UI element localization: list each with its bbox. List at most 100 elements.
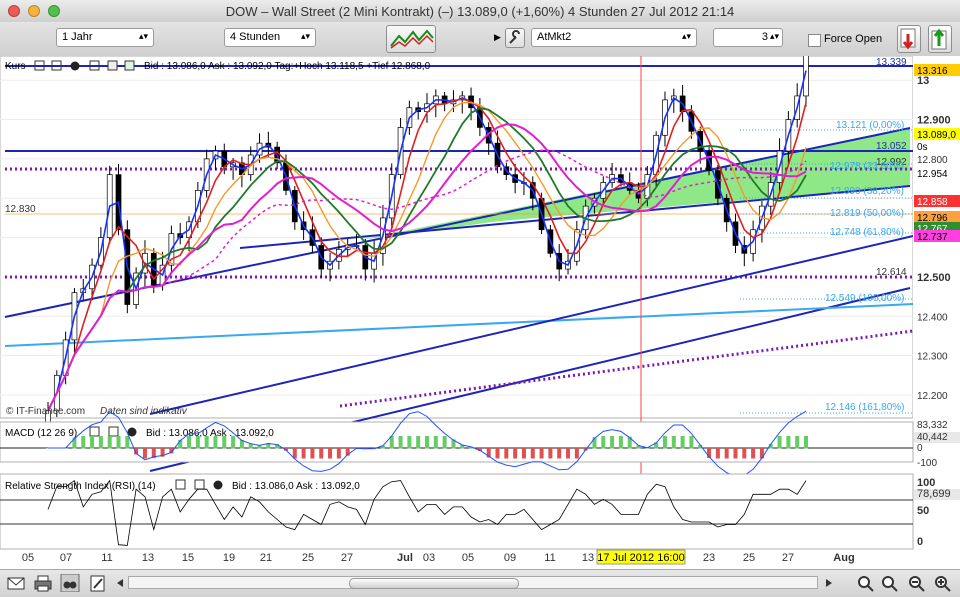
y-tick-label: 12.500 — [917, 272, 951, 284]
line-label: 12.890 (38,20%) — [830, 186, 904, 197]
sell-button[interactable] — [897, 25, 921, 53]
chart-type-icon — [390, 29, 434, 49]
rsi-y-label: 78,699 — [917, 488, 951, 500]
zoom-out-icon[interactable] — [907, 574, 927, 592]
macd-y-label: 40,442 — [917, 432, 948, 443]
macd-bar — [195, 436, 200, 449]
macd-bar — [433, 436, 438, 449]
x-tick-label: 11 — [101, 552, 112, 564]
mail-icon[interactable] — [6, 574, 26, 592]
macd-bar — [328, 448, 333, 459]
x-tick-label: 11 — [544, 552, 555, 564]
macd-bar — [662, 436, 667, 449]
x-tick-label: 07 — [60, 552, 72, 564]
y-tick-label: 12.400 — [917, 312, 948, 323]
y-tick-label: 12.900 — [917, 115, 951, 127]
interval-select[interactable]: 4 Stunden ▴▾ — [224, 28, 316, 47]
macd-label: MACD (12 26 9) — [5, 428, 77, 439]
interval-value: 4 Stunden — [230, 31, 281, 43]
window-title: DOW – Wall Street (2 Mini Kontrakt) (–) … — [225, 4, 735, 19]
delete-icon[interactable] — [70, 61, 80, 71]
zoom-in-icon[interactable] — [933, 574, 953, 592]
macd-bar — [724, 448, 729, 459]
watermark: © IT-Finance.com — [6, 406, 85, 417]
macd-bar — [301, 448, 306, 459]
macd-bar — [116, 436, 121, 449]
buy-arrow-icon — [931, 28, 947, 50]
line-label: 12.614 — [876, 267, 907, 278]
macd-bar — [81, 436, 86, 449]
chevron-updown-icon: ▴▾ — [138, 31, 148, 41]
binoculars-icon[interactable] — [60, 574, 80, 592]
delete-icon[interactable] — [127, 427, 137, 437]
chart-type-button[interactable] — [386, 25, 436, 53]
macd-bar — [204, 436, 209, 449]
down-arrow-icon[interactable] — [107, 60, 118, 71]
status-bar — [0, 569, 960, 597]
macd-bar — [187, 436, 192, 449]
order-type-value: AtMkt2 — [537, 31, 572, 43]
macd-bar — [777, 436, 782, 449]
zoom-fit-icon[interactable] — [856, 574, 876, 592]
line-label: 12.146 (161,80%) — [825, 402, 905, 413]
macd-bar — [521, 448, 526, 459]
macd-bar — [336, 448, 341, 459]
macd-bar — [548, 448, 553, 459]
delete-icon[interactable] — [213, 480, 223, 490]
chart-svg[interactable]: Kurs Bid : 13.086,0 Ask : 13.092,0 Tag:+… — [0, 0, 960, 569]
period-select[interactable]: 1 Jahr ▴▾ — [56, 28, 154, 47]
sell-arrow-icon — [900, 28, 916, 50]
macd-quote: Bid : 13.086,0 Ask : 13.092,0 — [146, 428, 274, 439]
toolbar: 1 Jahr ▴▾ 4 Stunden ▴▾ ▶ AtMkt2 ▴▾ 3 ▴▾ … — [0, 22, 960, 57]
zoom-area-icon[interactable] — [880, 574, 900, 592]
scrollbar-thumb[interactable] — [349, 578, 519, 589]
macd-bar — [689, 436, 694, 449]
scroll-right-icon[interactable] — [822, 574, 836, 592]
settings-button[interactable] — [505, 28, 525, 48]
main-panel-frame — [0, 55, 914, 419]
rsi-quote: Bid : 13.086,0 Ask : 13.092,0 — [232, 481, 360, 492]
wrench-icon — [509, 30, 520, 44]
x-tick-label: 19 — [223, 552, 235, 564]
main-panel-label: Kurs — [5, 61, 26, 72]
line-label: 12.978 (23,60%) — [830, 161, 904, 172]
macd-bar — [231, 436, 236, 449]
x-tick-label: 13 — [582, 552, 594, 564]
macd-bar — [618, 436, 623, 449]
macd-y-label: 0 — [917, 443, 923, 454]
main-quote: Bid : 13.086,0 Ask : 13.092,0 Tag:+Hoch … — [144, 61, 431, 72]
x-tick-label: 27 — [341, 552, 353, 564]
macd-bar — [504, 448, 509, 459]
stepper-icon: ▴▾ — [769, 31, 779, 41]
chevron-updown-icon: ▴▾ — [300, 31, 310, 41]
x-tick-label: Aug — [833, 552, 854, 564]
macd-bar — [601, 436, 606, 449]
macd-bar — [786, 436, 791, 449]
macd-bar — [671, 436, 676, 449]
macd-y-label: -100 — [917, 458, 937, 469]
x-tick-label: 25 — [743, 552, 755, 564]
macd-bar — [795, 436, 800, 449]
line-label: 12.549 (100,00%) — [825, 293, 905, 304]
macd-bar — [610, 436, 615, 449]
horizontal-scrollbar[interactable] — [128, 576, 818, 589]
print-icon[interactable] — [33, 574, 53, 592]
macd-bar — [90, 436, 95, 449]
scroll-left-icon[interactable] — [113, 574, 127, 592]
buy-button[interactable] — [928, 25, 952, 53]
order-type-select[interactable]: AtMkt2 ▴▾ — [531, 28, 697, 47]
edit-icon[interactable] — [88, 574, 108, 592]
line-label: 12.830 — [5, 204, 36, 215]
disclaimer: Daten sind indikativ — [100, 406, 188, 417]
quantity-value: 3 — [761, 31, 768, 43]
macd-y-label: 83,332 — [917, 420, 948, 431]
macd-bar — [513, 448, 518, 459]
x-tick-label: Jul — [397, 552, 413, 564]
line-label: 13.121 (0,00%) — [836, 120, 904, 131]
macd-bar — [98, 436, 103, 449]
force-open-checkbox[interactable] — [808, 34, 821, 47]
macd-bar — [715, 448, 720, 459]
quantity-stepper[interactable]: 3 ▴▾ — [713, 28, 783, 47]
expand-arrow-icon[interactable]: ▶ — [494, 32, 501, 43]
up-arrow-icon[interactable] — [124, 60, 135, 71]
